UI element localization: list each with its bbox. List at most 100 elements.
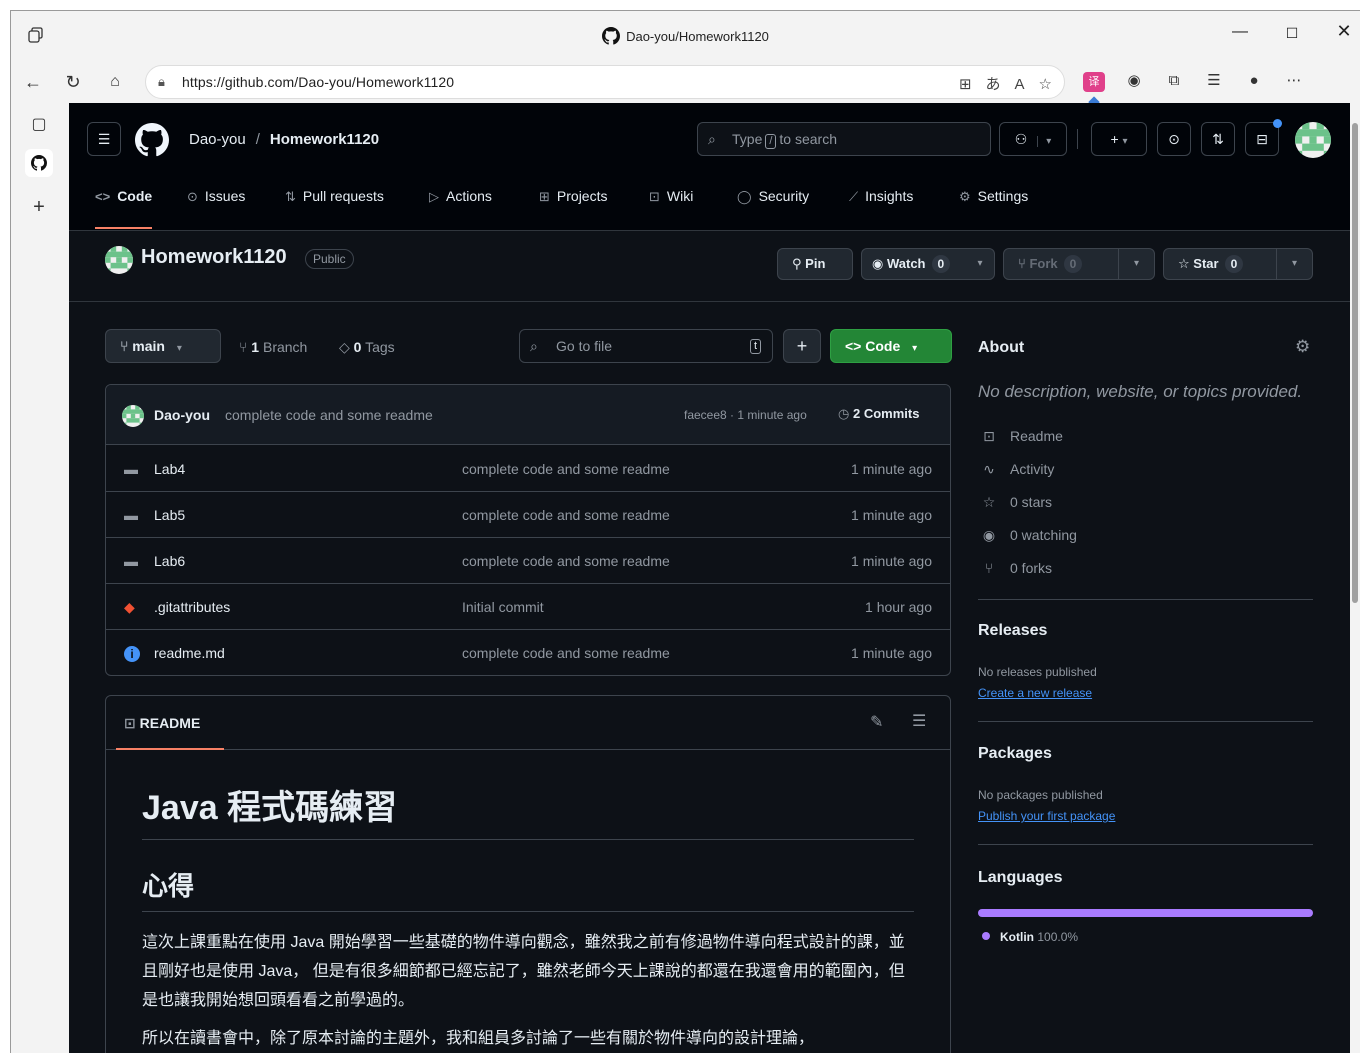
file-commit-message[interactable]: complete code and some readme [462,645,670,661]
tab-settings[interactable]: ⚙ Settings [959,181,1028,227]
github-tab-icon[interactable] [25,149,53,177]
file-row[interactable]: ▬ Lab5 complete code and some readme 1 m… [106,492,950,538]
readme-paragraph: 所以在讀書會中，除了原本討論的主題外，我和組員多討論了一些有關於物件導向的設計理… [142,1030,815,1047]
watch-button[interactable]: ◉ Watch 0 ▾ [861,248,995,280]
page-scrollbar[interactable] [1350,103,1360,1053]
copilot-button[interactable]: ⚇ ▾ [999,122,1067,156]
branch-selector[interactable]: ⑂ main ▾ [105,329,221,363]
issues-icon[interactable]: ⊙ [1157,122,1191,156]
tab-wiki[interactable]: ⊡ Wiki [649,181,693,227]
repo-owner-avatar[interactable] [105,246,133,274]
chevron-down-icon[interactable]: ▾ [1118,249,1154,279]
scrollbar-thumb[interactable] [1352,123,1358,603]
favorite-star-icon[interactable]: ☆ [1039,76,1052,93]
chevron-down-icon[interactable]: ▾ [1276,249,1312,279]
lock-icon[interactable]: 🔒︎ [158,74,165,90]
edit-pencil-icon[interactable]: ✎ [870,712,883,732]
file-row[interactable]: ▬ Lab4 complete code and some readme 1 m… [106,446,950,492]
go-to-file-input[interactable]: ⌕ Go to file t [519,329,773,363]
file-row[interactable]: i readme.md complete code and some readm… [106,630,950,675]
tab-security[interactable]: ◯ Security [737,181,809,227]
shield-icon: ◯ [737,189,752,204]
maximize-button[interactable]: ☐ [1269,25,1315,42]
search-placeholder-post: to search [779,131,838,147]
more-options-icon[interactable]: ⋯ [1283,71,1305,89]
file-row[interactable]: ▬ Lab6 complete code and some readme 1 m… [106,538,950,584]
create-new-button[interactable]: + ▾ [1091,122,1147,156]
readme-h2: 心得 [142,866,914,912]
file-name[interactable]: Lab6 [154,553,185,569]
fork-button[interactable]: ⑂ Fork 0 ▾ [1003,248,1155,280]
minimize-button[interactable]: — [1217,23,1263,41]
tab-projects[interactable]: ⊞ Projects [539,181,607,227]
file-commit-message[interactable]: Initial commit [462,599,544,615]
about-watching-link[interactable]: ◉ 0 watching [978,527,1077,544]
tab-panel-icon[interactable]: ▢ [25,111,53,139]
hamburger-menu-icon[interactable]: ☰ [87,122,121,156]
file-row[interactable]: ◆ .gitattributes Initial commit 1 hour a… [106,584,950,630]
tags-link[interactable]: ◇ 0 Tags [339,339,395,356]
pin-button[interactable]: ⚲ Pin [777,248,853,280]
packages-title[interactable]: Packages [978,745,1052,763]
search-input[interactable]: ⌕ Type / to search [697,122,991,156]
url-text[interactable]: https://github.com/Dao-you/Homework1120 [182,74,454,90]
favorites-icon[interactable]: ☰ [1203,71,1225,89]
commit-message[interactable]: complete code and some readme [225,407,433,423]
readme-tab[interactable]: ⊡ README [116,696,224,750]
file-commit-message[interactable]: complete code and some readme [462,461,670,477]
breadcrumb-repo[interactable]: Homework1120 [270,131,379,148]
extension-translate-icon[interactable]: 译 [1083,72,1105,92]
commit-meta[interactable]: faecee8 · 1 minute ago [684,408,807,422]
file-name[interactable]: readme.md [154,645,225,661]
add-file-button[interactable]: + [783,329,821,363]
repo-name[interactable]: Homework1120 [141,246,287,269]
file-commit-message[interactable]: complete code and some readme [462,507,670,523]
search-placeholder-pre: Type [732,131,763,147]
refresh-icon[interactable]: ↻ [61,70,85,94]
about-stars-link[interactable]: ☆ 0 stars [978,494,1052,511]
file-name[interactable]: Lab5 [154,507,185,523]
branches-link[interactable]: ⑂ 1 Branch [239,339,307,355]
language-item-kotlin[interactable]: Kotlin 100.0% [982,930,1078,944]
back-icon[interactable]: ← [21,70,45,94]
branch-icon: ⑂ [239,339,248,355]
user-avatar[interactable] [1295,122,1331,158]
tab-code[interactable]: <> Code [95,181,153,229]
about-readme-link[interactable]: ⊡ Readme [978,428,1063,445]
extensions-icon[interactable]: ⧉ [1163,72,1185,89]
breadcrumb-owner[interactable]: Dao-you [189,131,246,148]
commit-author[interactable]: Dao-you [154,407,210,423]
commit-author-avatar[interactable] [122,405,144,427]
watch-count: 0 [931,255,951,273]
extension-mask-icon[interactable]: ◉ [1123,71,1145,89]
commits-history-link[interactable]: ◷ 2 Commits [838,406,919,422]
file-commit-message[interactable]: complete code and some readme [462,553,670,569]
publish-package-link[interactable]: Publish your first package [978,809,1115,823]
close-button[interactable]: ✕ [1321,21,1360,42]
home-icon[interactable]: ⌂ [103,70,127,94]
github-logo-icon[interactable] [135,123,169,162]
address-bar[interactable]: 🔒︎ https://github.com/Dao-you/Homework11… [145,65,1065,99]
profile-avatar-icon[interactable]: ● [1243,72,1265,89]
pull-requests-icon[interactable]: ⇅ [1201,122,1235,156]
tab-actions[interactable]: ▷ Actions [429,181,492,227]
gear-icon[interactable]: ⚙ [1295,337,1310,357]
file-name[interactable]: Lab4 [154,461,185,477]
tab-insights[interactable]: ⟋ Insights [849,181,913,227]
outline-list-icon[interactable]: ☰ [912,711,926,731]
code-dropdown-button[interactable]: <> Code ▾ [830,329,952,363]
about-forks-link[interactable]: ⑂ 0 forks [978,560,1052,576]
chevron-down-icon[interactable]: ▾ [966,249,994,279]
tab-pull-requests[interactable]: ⇅ Pull requests [285,181,384,227]
new-tab-icon[interactable]: + [25,193,53,221]
read-aloud-icon[interactable]: A [1015,76,1025,93]
translate-icon[interactable]: あ [986,76,1001,93]
pulse-icon: ∿ [983,461,995,477]
tab-issues[interactable]: ⊙ Issues [187,181,245,227]
file-name[interactable]: .gitattributes [154,599,230,615]
app-available-icon[interactable]: ⊞ [959,76,972,93]
about-activity-link[interactable]: ∿ Activity [978,461,1054,478]
star-button[interactable]: ☆ Star 0 ▾ [1163,248,1313,280]
releases-title[interactable]: Releases [978,622,1047,640]
create-release-link[interactable]: Create a new release [978,686,1092,700]
